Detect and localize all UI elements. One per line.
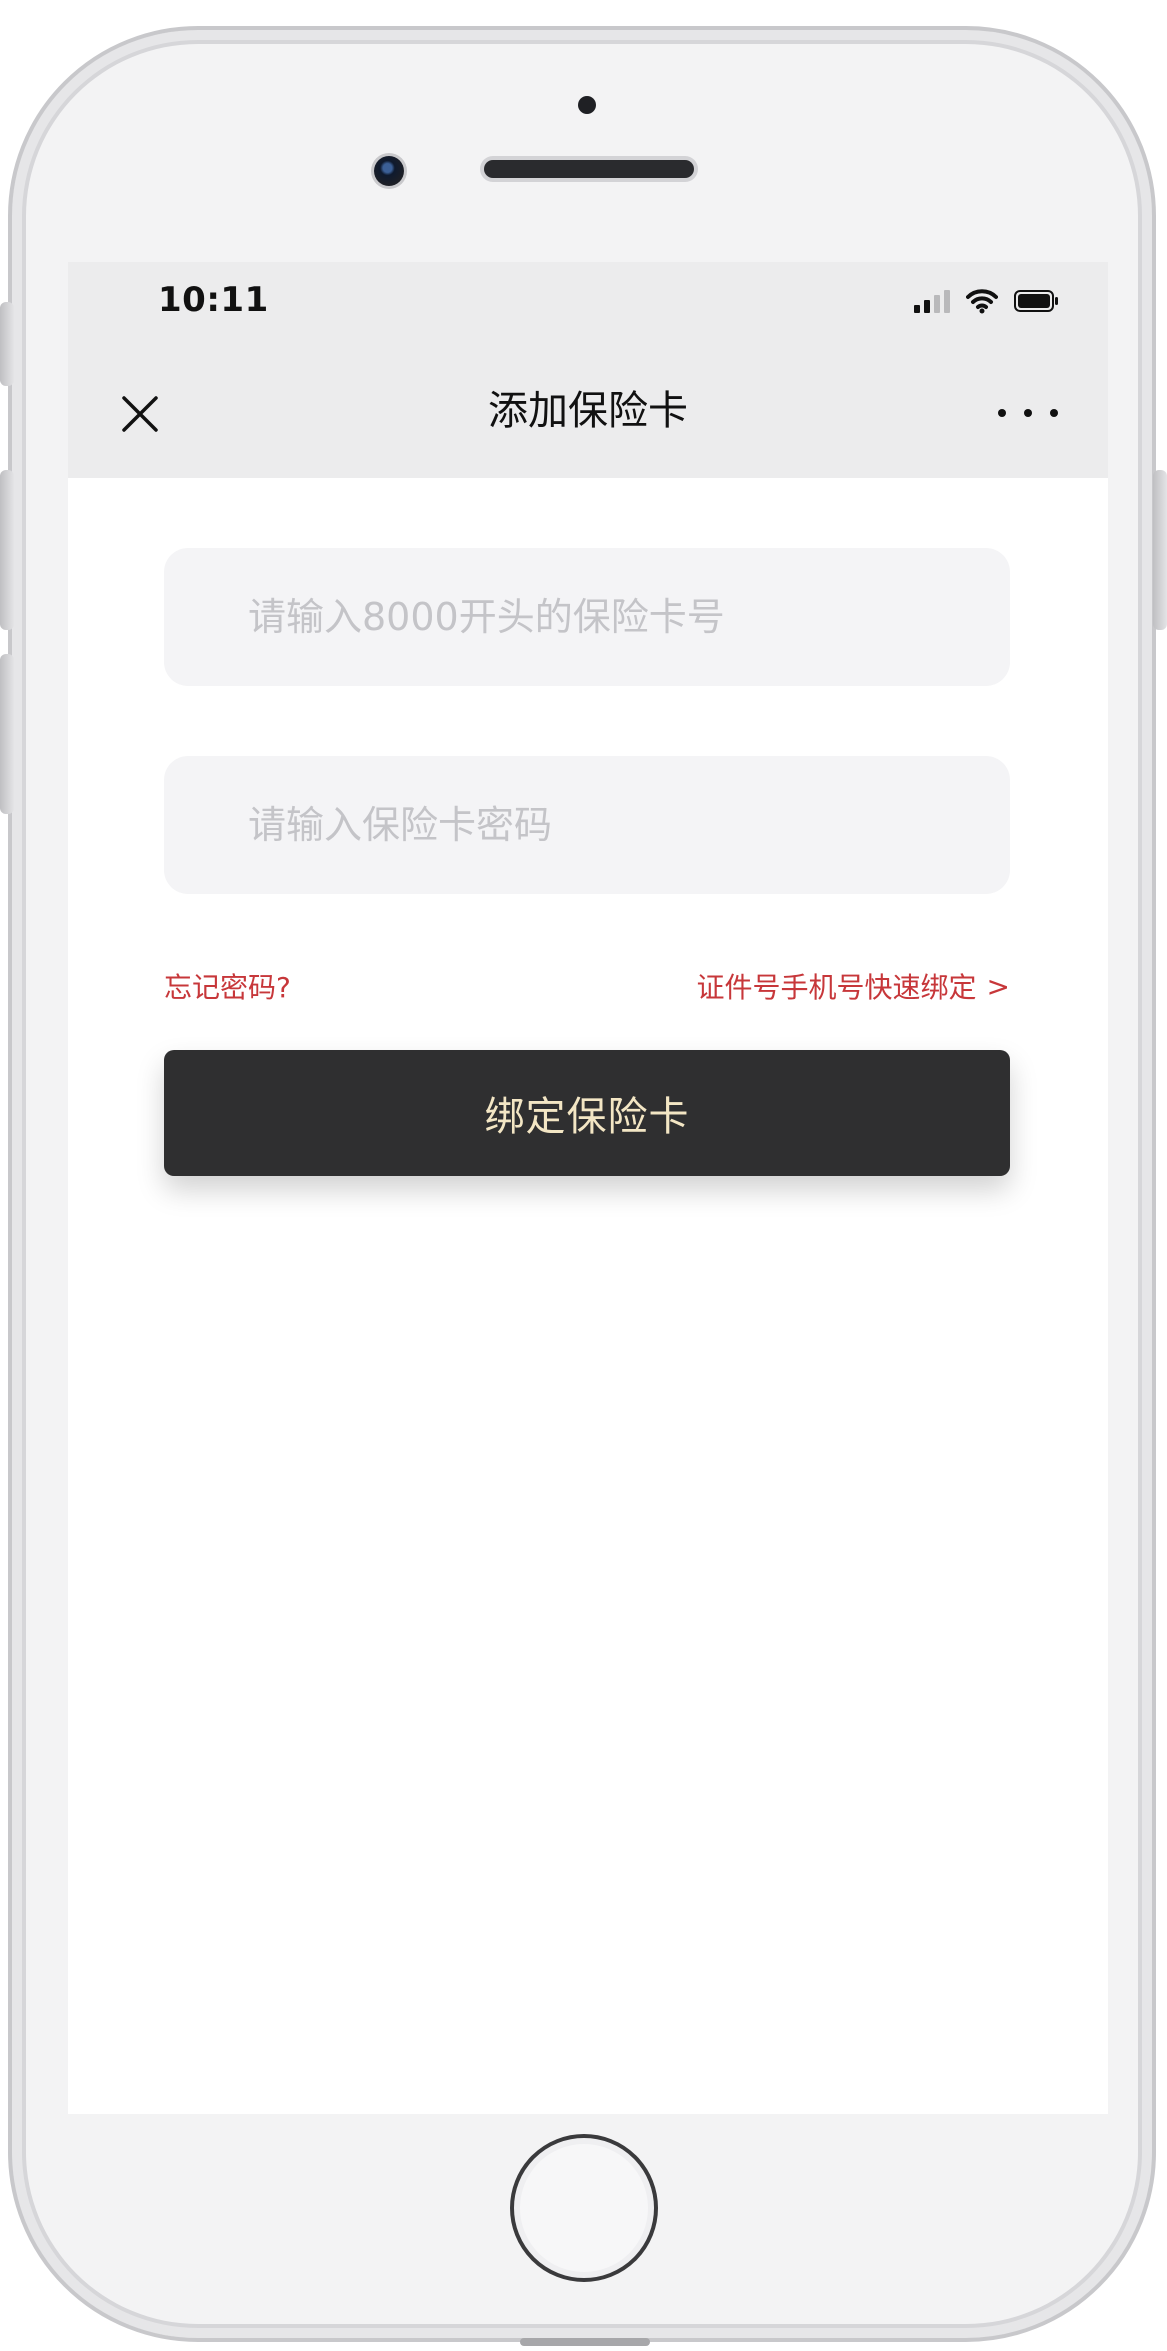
status-icons xyxy=(914,288,1060,314)
more-dot xyxy=(1050,409,1058,417)
chevron-right-icon: > xyxy=(986,969,1010,1003)
volume-down-button xyxy=(0,654,14,814)
card-number-input[interactable] xyxy=(164,548,1010,686)
page: 10:11 添加保险卡 请输入8000开头的保险卡号 忘记密码? 证件号手机号快… xyxy=(0,0,1167,2351)
quick-bind-label: 证件号手机号快速绑定 xyxy=(696,971,977,1004)
quick-bind-link[interactable]: 证件号手机号快速绑定 > xyxy=(697,966,1010,1006)
page-title: 添加保险卡 xyxy=(488,388,688,434)
nav-bar: 添加保险卡 xyxy=(68,346,1108,478)
bind-card-button[interactable]: 绑定保险卡 xyxy=(164,1050,1010,1176)
more-dot xyxy=(1024,409,1032,417)
phone-screen: 10:11 添加保险卡 请输入8000开头的保险卡号 忘记密码? 证件号手机号快… xyxy=(68,262,1108,2114)
battery-icon xyxy=(1014,290,1060,312)
proximity-sensor xyxy=(578,96,596,114)
power-button xyxy=(1153,470,1167,630)
earpiece-speaker xyxy=(484,160,694,178)
card-number-field xyxy=(164,548,1010,686)
home-button[interactable] xyxy=(510,2134,658,2282)
link-row: 忘记密码? 证件号手机号快速绑定 > xyxy=(164,966,1010,1010)
wifi-icon xyxy=(966,288,998,314)
cellular-signal-icon xyxy=(914,289,950,313)
front-camera xyxy=(374,156,404,186)
silent-switch xyxy=(0,302,14,386)
more-icon[interactable] xyxy=(998,398,1058,428)
bottom-edge xyxy=(520,2338,650,2346)
more-dot xyxy=(998,409,1006,417)
card-password-input[interactable] xyxy=(164,756,1010,894)
close-icon[interactable] xyxy=(118,392,162,436)
volume-up-button xyxy=(0,470,14,630)
password-field xyxy=(164,756,1010,894)
status-bar: 10:11 xyxy=(68,262,1108,346)
top-bar: 10:11 添加保险卡 xyxy=(68,262,1108,478)
forgot-password-link[interactable]: 忘记密码? xyxy=(164,966,291,1006)
status-time: 10:11 xyxy=(158,280,269,320)
